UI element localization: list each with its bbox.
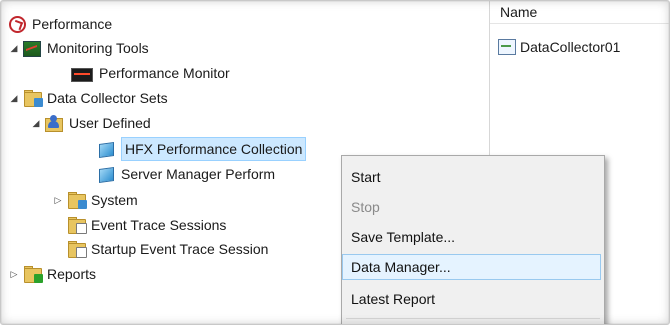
tree-label: Reports — [47, 266, 97, 282]
tree-label: System — [91, 192, 138, 208]
tree-item-performance-monitor[interactable]: Performance Monitor — [71, 62, 230, 84]
folder-icon — [67, 192, 87, 209]
tree-item-monitoring-tools[interactable]: ◢ Monitoring Tools — [9, 37, 149, 59]
expand-arrow-icon[interactable]: ◢ — [9, 93, 19, 103]
context-menu: Start Stop Save Template... Data Manager… — [341, 155, 605, 324]
tree-item-performance[interactable]: Performance — [9, 13, 112, 35]
tree-label-selected: HFX Performance Collection — [121, 137, 307, 161]
tree-item-system[interactable]: ▷ System — [53, 189, 138, 211]
data-collector-icon — [498, 39, 516, 55]
data-collector-set-icon — [97, 165, 115, 184]
expand-arrow-icon[interactable]: ◢ — [31, 118, 41, 128]
data-collector-set-icon — [97, 140, 115, 159]
tree-label: Performance — [32, 16, 113, 32]
list-item[interactable]: DataCollector01 — [498, 37, 620, 57]
performance-icon — [9, 15, 26, 33]
tree-label: Server Manager Perform — [121, 166, 276, 182]
collapse-arrow-icon[interactable]: ▷ — [53, 195, 63, 205]
tree-item-event-trace[interactable]: Event Trace Sessions — [67, 214, 226, 236]
tree-label: Performance Monitor — [99, 65, 230, 81]
menu-item-latest-report[interactable]: Latest Report — [345, 286, 601, 312]
mmc-window: Performance ◢ Monitoring Tools Performan… — [0, 0, 670, 325]
tree-item-user-defined[interactable]: ◢ User Defined — [31, 112, 151, 134]
tree-item-data-collector-sets[interactable]: ◢ Data Collector Sets — [9, 87, 168, 109]
reports-folder-icon — [23, 266, 43, 283]
performance-monitor-icon — [71, 67, 93, 82]
tree-item-startup-trace[interactable]: Startup Event Trace Session — [67, 238, 268, 260]
user-folder-icon — [45, 115, 63, 132]
tree-item-hfx-collection[interactable]: HFX Performance Collection — [97, 137, 307, 161]
list-item-label: DataCollector01 — [520, 39, 621, 55]
tree-label: Monitoring Tools — [47, 40, 149, 56]
trace-folder-icon — [67, 241, 87, 258]
tree-label: User Defined — [69, 115, 151, 131]
menu-separator — [346, 318, 600, 319]
folder-icon — [23, 90, 43, 107]
tree-item-reports[interactable]: ▷ Reports — [9, 263, 96, 285]
menu-item-save-template[interactable]: Save Template... — [345, 224, 601, 250]
monitoring-tools-icon — [23, 41, 41, 57]
expand-arrow-icon[interactable]: ◢ — [9, 43, 19, 53]
menu-item-start[interactable]: Start — [345, 164, 601, 190]
tree-item-server-manager[interactable]: Server Manager Perform — [97, 163, 275, 185]
trace-folder-icon — [67, 217, 87, 234]
collapse-arrow-icon[interactable]: ▷ — [9, 269, 19, 279]
menu-item-data-manager[interactable]: Data Manager... — [342, 254, 601, 280]
column-header-name[interactable]: Name — [490, 1, 669, 24]
tree-label: Startup Event Trace Session — [91, 241, 269, 257]
menu-item-stop[interactable]: Stop — [345, 194, 601, 220]
tree-label: Event Trace Sessions — [91, 217, 227, 233]
tree-label: Data Collector Sets — [47, 90, 168, 106]
